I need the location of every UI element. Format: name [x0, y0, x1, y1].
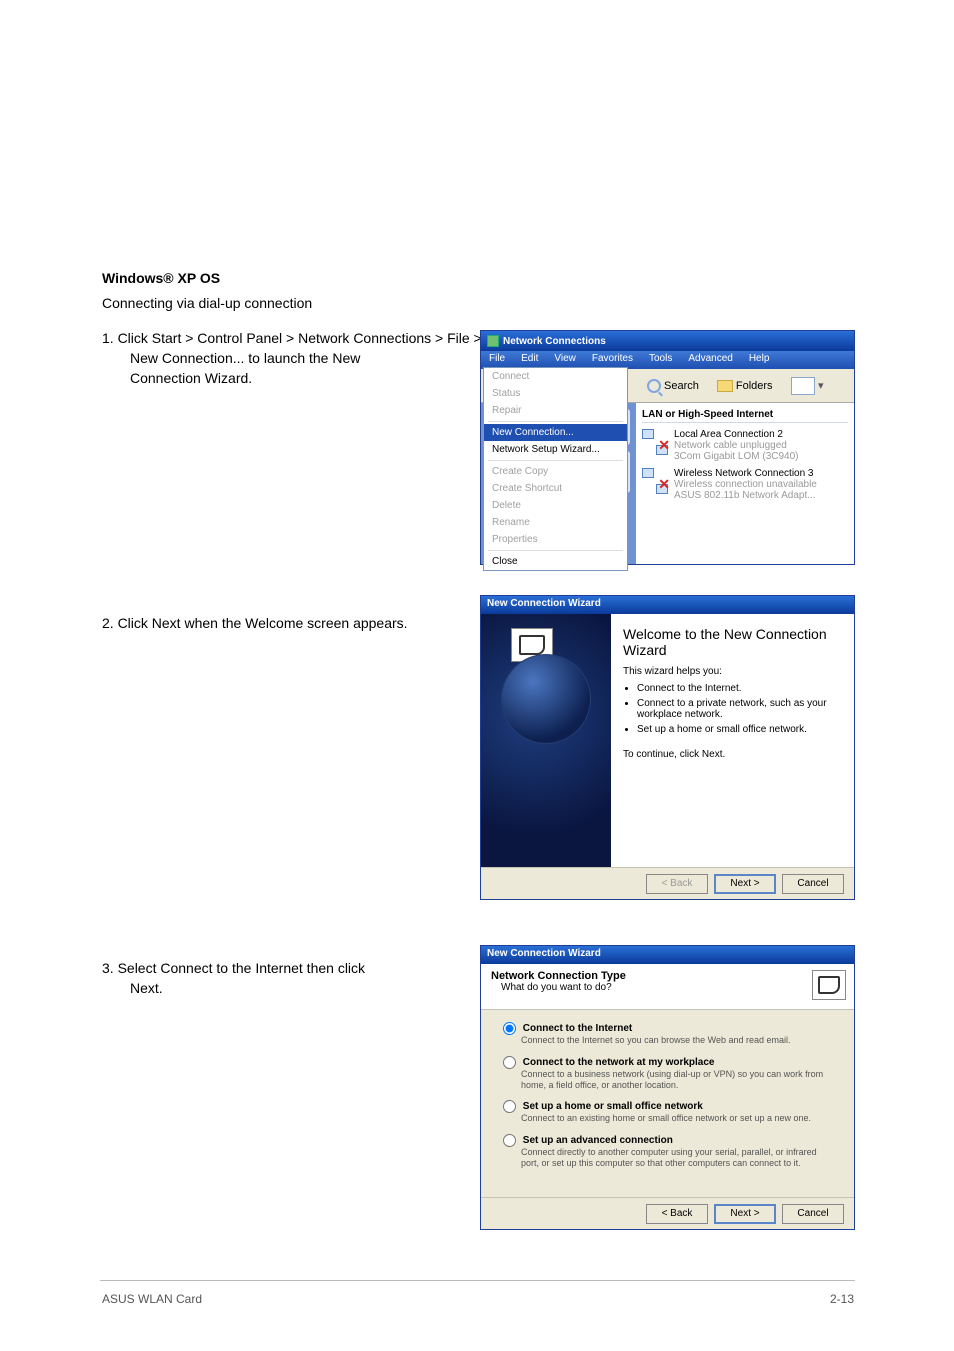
wizard-bullet: Connect to a private network, such as yo…: [637, 698, 842, 720]
menu-item-properties[interactable]: Properties: [484, 531, 627, 548]
connection-device: 3Com Gigabit LOM (3C940): [674, 451, 799, 462]
option-label: Set up an advanced connection: [523, 1135, 673, 1146]
page-heading: Windows® XP OS: [102, 270, 220, 286]
menu-item-rename[interactable]: Rename: [484, 514, 627, 531]
connection-item-lan[interactable]: ✕ Local Area Connection 2 Network cable …: [642, 429, 848, 462]
connection-device: ASUS 802.11b Network Adapt...: [674, 490, 817, 501]
wizard-button-row: < Back Next > Cancel: [481, 1197, 854, 1229]
wizard-header-title: Network Connection Type: [491, 970, 844, 982]
new-connection-wizard-type: New Connection Wizard Network Connection…: [480, 945, 855, 1230]
option-label: Connect to the Internet: [523, 1023, 632, 1034]
menu-tools[interactable]: Tools: [641, 351, 680, 369]
search-label: Search: [664, 380, 699, 392]
wizard-heading: Welcome to the New Connection Wizard: [623, 626, 842, 658]
window-title: Network Connections: [503, 336, 606, 347]
page-step-1b: New Connection... to launch the New: [130, 350, 360, 366]
wizard-header-icon: [812, 970, 846, 1000]
cancel-button[interactable]: Cancel: [782, 874, 844, 894]
menu-advanced[interactable]: Advanced: [680, 351, 740, 369]
menu-item-new-connection[interactable]: New Connection...: [484, 424, 627, 441]
window-titlebar[interactable]: Network Connections: [481, 331, 854, 351]
folders-label: Folders: [736, 380, 773, 392]
wizard-button-row: < Back Next > Cancel: [481, 867, 854, 899]
main-content: LAN or High-Speed Internet ✕ Local Area …: [636, 403, 854, 564]
views-icon: [791, 377, 815, 395]
wizard-body: Connect to the Internet Connect to the I…: [481, 1010, 854, 1197]
option-connect-workplace[interactable]: Connect to the network at my workplace C…: [503, 1056, 832, 1091]
wizard-continue-text: To continue, click Next.: [623, 749, 842, 760]
views-button[interactable]: [785, 374, 821, 398]
wizard-titlebar[interactable]: New Connection Wizard: [481, 946, 854, 964]
page-step-3b: Next.: [130, 980, 163, 996]
radio-advanced-connection[interactable]: [503, 1134, 516, 1147]
group-header-lan: LAN or High-Speed Internet: [642, 409, 848, 423]
menu-item-network-setup-wizard[interactable]: Network Setup Wizard...: [484, 441, 627, 458]
connection-icon: ✕: [642, 429, 668, 455]
connection-item-wireless[interactable]: ✕ Wireless Network Connection 3 Wireless…: [642, 468, 848, 501]
search-icon: [647, 379, 661, 393]
wizard-header-sub: What do you want to do?: [501, 982, 844, 993]
footer-left: ASUS WLAN Card: [102, 1292, 202, 1306]
menu-help[interactable]: Help: [741, 351, 778, 369]
option-desc: Connect to an existing home or small off…: [521, 1113, 832, 1124]
wizard-sidebar-image: [481, 614, 611, 867]
new-connection-wizard-welcome: New Connection Wizard Welcome to the New…: [480, 595, 855, 900]
file-menu-dropdown: Connect Status Repair New Connection... …: [483, 367, 628, 571]
option-label: Set up a home or small office network: [523, 1102, 703, 1113]
folder-icon: [717, 380, 733, 392]
option-label: Connect to the network at my workplace: [523, 1057, 715, 1068]
option-connect-internet[interactable]: Connect to the Internet Connect to the I…: [503, 1022, 832, 1046]
menu-item-connect[interactable]: Connect: [484, 368, 627, 385]
menu-item-repair[interactable]: Repair: [484, 402, 627, 419]
radio-connect-workplace[interactable]: [503, 1056, 516, 1069]
menu-item-delete[interactable]: Delete: [484, 497, 627, 514]
wizard-titlebar[interactable]: New Connection Wizard: [481, 596, 854, 614]
connection-name: Wireless Network Connection 3: [674, 468, 817, 479]
menu-separator: [488, 550, 623, 551]
back-button[interactable]: < Back: [646, 874, 708, 894]
option-desc: Connect to the Internet so you can brows…: [521, 1035, 832, 1046]
footer-right: 2-13: [830, 1292, 854, 1306]
globe-icon: [501, 654, 591, 744]
wizard-header: Network Connection Type What do you want…: [481, 964, 854, 1010]
footer-divider: [100, 1280, 855, 1281]
option-advanced-connection[interactable]: Set up an advanced connection Connect di…: [503, 1134, 832, 1169]
search-button[interactable]: Search: [641, 376, 705, 396]
option-home-network[interactable]: Set up a home or small office network Co…: [503, 1100, 832, 1124]
menu-item-create-shortcut[interactable]: Create Shortcut: [484, 480, 627, 497]
back-button[interactable]: < Back: [646, 1204, 708, 1224]
page-step-3: 3. Select Connect to the Internet then c…: [102, 960, 365, 976]
cancel-button[interactable]: Cancel: [782, 1204, 844, 1224]
wizard-bullets: Connect to the Internet. Connect to a pr…: [637, 683, 842, 735]
radio-connect-internet[interactable]: [503, 1022, 516, 1035]
next-button[interactable]: Next >: [714, 1204, 776, 1224]
page-subheading: Connecting via dial-up connection: [102, 295, 312, 311]
wizard-bullet: Connect to the Internet.: [637, 683, 842, 694]
next-button[interactable]: Next >: [714, 874, 776, 894]
radio-home-network[interactable]: [503, 1100, 516, 1113]
connection-status: Network cable unplugged: [674, 440, 799, 451]
connection-name: Local Area Connection 2: [674, 429, 799, 440]
menu-item-close[interactable]: Close: [484, 553, 627, 570]
folders-button[interactable]: Folders: [711, 377, 779, 395]
connection-icon: ✕: [642, 468, 668, 494]
network-icon: [487, 335, 499, 347]
page-step-1c: Connection Wizard.: [130, 370, 252, 386]
wizard-bullet: Set up a home or small office network.: [637, 724, 842, 735]
menu-item-status[interactable]: Status: [484, 385, 627, 402]
network-connections-window: Network Connections File Edit View Favor…: [480, 330, 855, 565]
option-desc: Connect to a business network (using dia…: [521, 1069, 832, 1091]
page-step-2: 2. Click Next when the Welcome screen ap…: [102, 615, 408, 631]
menu-separator: [488, 421, 623, 422]
menu-item-create-copy[interactable]: Create Copy: [484, 463, 627, 480]
connection-status: Wireless connection unavailable: [674, 479, 817, 490]
menu-separator: [488, 460, 623, 461]
option-desc: Connect directly to another computer usi…: [521, 1147, 832, 1169]
wizard-lead: This wizard helps you:: [623, 666, 842, 677]
page-step-1: 1. Click Start > Control Panel > Network…: [102, 330, 482, 346]
